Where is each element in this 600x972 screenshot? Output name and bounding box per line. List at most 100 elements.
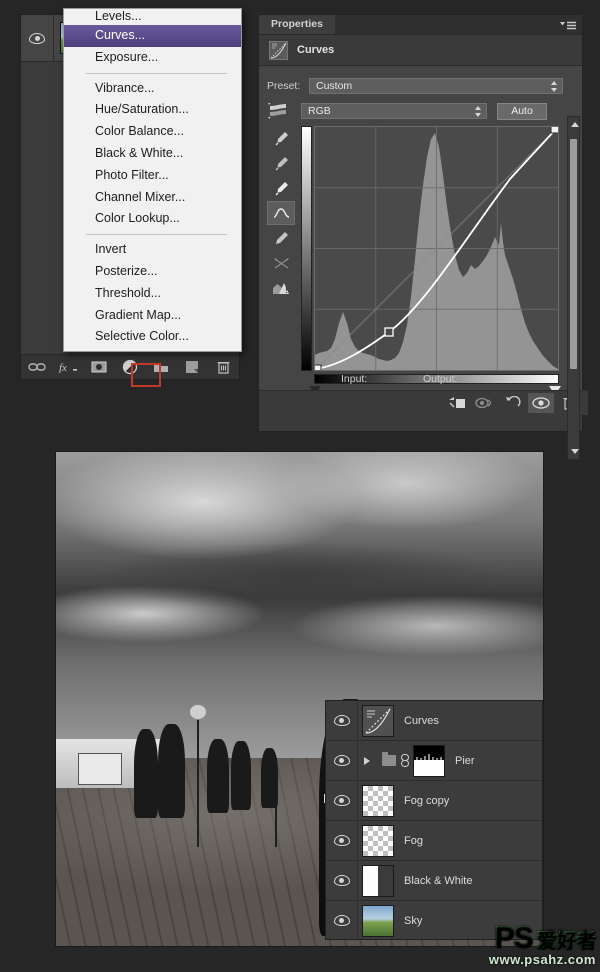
scroll-up-arrow-icon[interactable] <box>571 122 579 127</box>
menu-item-levels[interactable]: Levels... <box>64 11 241 25</box>
properties-header: Curves <box>259 35 582 66</box>
preset-value: Custom <box>316 80 353 92</box>
layer-name: Black & White <box>404 874 473 887</box>
layers-panel-toolbar: fx <box>21 354 239 379</box>
link-layers-icon[interactable] <box>24 357 50 377</box>
layers-panel: Curves Pier Fog copy Fog Black & White S… <box>325 700 543 940</box>
menu-separator <box>86 234 227 236</box>
layer-visibility-toggle[interactable] <box>326 901 358 940</box>
preset-select[interactable]: Custom <box>309 78 563 94</box>
smooth-curve-icon[interactable] <box>267 251 295 275</box>
toggle-previous-state-icon[interactable] <box>472 393 498 413</box>
layer-name: Fog copy <box>404 794 450 807</box>
layer-visibility-toggle[interactable] <box>21 15 54 61</box>
input-output-row: Input: Output: <box>259 373 582 389</box>
menu-item-invert[interactable]: Invert <box>64 239 241 261</box>
transparent-checker-thumbnail[interactable] <box>362 824 394 857</box>
tab-properties[interactable]: Properties <box>259 15 335 34</box>
group-expand-arrow-icon[interactable] <box>364 756 376 765</box>
reset-icon[interactable] <box>500 393 526 413</box>
adjustment-layer-menu: Levels... Curves... Exposure... Vibrance… <box>63 8 242 353</box>
svg-text:fx: fx <box>59 362 67 373</box>
layer-row-fog[interactable]: Fog <box>326 821 542 861</box>
menu-item-exposure[interactable]: Exposure... <box>64 47 241 69</box>
layer-mask-thumbnail[interactable] <box>413 744 445 777</box>
layer-mask-icon[interactable] <box>86 357 112 377</box>
layer-visibility-toggle[interactable] <box>326 741 358 780</box>
layer-name: Fog <box>404 834 423 847</box>
layer-name: Curves <box>404 714 439 727</box>
eye-icon <box>333 875 350 886</box>
menu-item-color-lookup[interactable]: Color Lookup... <box>64 208 241 230</box>
sky-photo-thumbnail[interactable] <box>362 904 394 937</box>
output-label: Output: <box>423 373 458 385</box>
menu-item-threshold[interactable]: Threshold... <box>64 283 241 305</box>
menu-item-hue-saturation[interactable]: Hue/Saturation... <box>64 99 241 121</box>
layer-visibility-toggle[interactable] <box>326 821 358 860</box>
menu-item-curves[interactable]: Curves... <box>64 25 241 47</box>
panel-menu-icon[interactable] <box>560 19 576 37</box>
menu-item-black-and-white[interactable]: Black & White... <box>64 143 241 165</box>
menu-item-posterize[interactable]: Posterize... <box>64 261 241 283</box>
curves-adjustment-thumbnail[interactable] <box>362 704 394 737</box>
person-1 <box>133 728 159 818</box>
layer-visibility-toggle[interactable] <box>326 781 358 820</box>
toggle-visibility-icon[interactable] <box>528 393 554 413</box>
menu-item-color-balance[interactable]: Color Balance... <box>64 121 241 143</box>
watermark: PS 爱好者 www.psahz.com <box>489 923 596 967</box>
properties-scrollbar[interactable] <box>567 116 580 460</box>
person-2 <box>158 723 186 818</box>
eye-icon <box>333 835 350 846</box>
preset-label: Preset: <box>267 80 301 92</box>
layer-row-pier[interactable]: Pier <box>326 741 542 781</box>
scroll-down-arrow-icon[interactable] <box>571 449 579 454</box>
delete-layer-icon[interactable] <box>210 357 236 377</box>
draw-curve-pencil-icon[interactable] <box>267 226 295 250</box>
eye-icon <box>333 915 350 926</box>
properties-panel: Properties Curves Preset: Custom RGB Aut… <box>258 14 588 460</box>
layer-row-black-and-white[interactable]: Black & White <box>326 861 542 901</box>
link-mask-icon[interactable] <box>401 754 409 767</box>
person-5 <box>260 748 278 808</box>
chevron-updown-icon <box>551 81 558 92</box>
black-white-adjustment-thumbnail[interactable] <box>362 864 394 897</box>
menu-item-gradient-map[interactable]: Gradient Map... <box>64 305 241 327</box>
sample-gray-point-eyedropper-icon[interactable] <box>267 151 295 175</box>
chevron-updown-icon <box>475 106 482 117</box>
menu-item-vibrance[interactable]: Vibrance... <box>64 78 241 100</box>
curves-graph-svg <box>315 127 558 370</box>
curves-graph[interactable] <box>314 126 559 371</box>
sample-white-point-eyedropper-icon[interactable] <box>267 176 295 200</box>
layer-name: Pier <box>455 754 475 767</box>
layer-row-curves[interactable]: Curves <box>326 701 542 741</box>
curves-icon <box>269 40 288 60</box>
channel-value: RGB <box>308 105 331 117</box>
transparent-checker-thumbnail[interactable] <box>362 784 394 817</box>
clipping-warning-icon[interactable] <box>267 276 295 300</box>
pier-sign <box>77 753 122 786</box>
page-title: Curves <box>297 44 335 56</box>
menu-item-channel-mixer[interactable]: Channel Mixer... <box>64 187 241 209</box>
new-layer-icon[interactable] <box>179 357 205 377</box>
person-3 <box>206 738 229 813</box>
layer-style-icon[interactable]: fx <box>55 357 81 377</box>
channel-select[interactable]: RGB <box>301 103 487 119</box>
lamp-head-1 <box>188 703 207 720</box>
properties-footer-toolbar <box>259 390 588 415</box>
menu-item-selective-color[interactable]: Selective Color... <box>64 326 241 348</box>
layer-visibility-toggle[interactable] <box>326 701 358 740</box>
curves-preset-icon[interactable] <box>267 102 301 120</box>
layer-row-fog-copy[interactable]: Fog copy <box>326 781 542 821</box>
edit-curve-points-icon[interactable] <box>267 201 295 225</box>
menu-separator <box>86 72 227 74</box>
adjustment-button-highlight <box>131 363 161 387</box>
eye-icon <box>29 32 45 44</box>
layer-visibility-toggle[interactable] <box>326 861 358 900</box>
scrollbar-thumb[interactable] <box>570 139 577 369</box>
folder-icon <box>382 752 396 766</box>
sample-black-point-eyedropper-icon[interactable] <box>267 126 295 150</box>
auto-button[interactable]: Auto <box>497 102 547 120</box>
eye-icon <box>333 715 350 726</box>
menu-item-photo-filter[interactable]: Photo Filter... <box>64 165 241 187</box>
clip-to-layer-icon[interactable] <box>444 393 470 413</box>
